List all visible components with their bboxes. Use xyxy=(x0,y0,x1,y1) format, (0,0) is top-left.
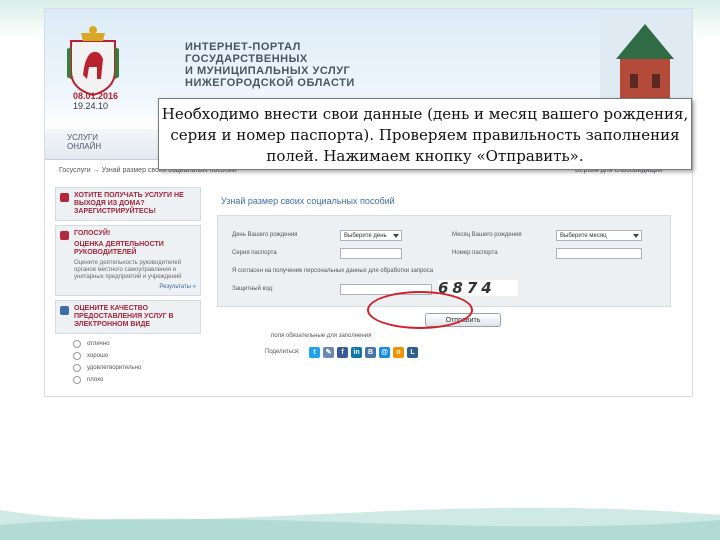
highlight-ring xyxy=(367,291,473,329)
radio-icon xyxy=(73,352,81,360)
passport-series-input[interactable] xyxy=(340,248,402,259)
vote-title: ГОЛОСУЙ! xyxy=(74,230,111,237)
tab-services-online[interactable]: УСЛУГИ ОНЛАЙН xyxy=(67,133,101,151)
vote-note: Оцените деятельность руководителей орган… xyxy=(74,260,182,280)
passport-number-label: Номер паспорта xyxy=(452,250,498,256)
quality-rating-block: ОЦЕНИТЕ КАЧЕСТВО ПРЕДОСТАВЛЕНИЯ УСЛУГ В … xyxy=(55,300,201,334)
required-fields-note: поля обязательные для заполнения xyxy=(271,333,372,339)
date-text: 08.01.2016 xyxy=(73,91,119,101)
vote-block[interactable]: ГОЛОСУЙ! ОЦЕНКА ДЕЯТЕЛЬНОСТИ РУКОВОДИТЕЛ… xyxy=(55,225,201,296)
rating-option-satisfactory[interactable]: удовлетворительно xyxy=(55,362,201,374)
passport-number-input[interactable] xyxy=(556,248,642,259)
form-title: Узнай размер своих социальных пособий xyxy=(221,196,395,206)
mail-icon[interactable]: @ xyxy=(379,347,390,358)
date-time: 08.01.2016 19.24.10 xyxy=(73,91,118,111)
rating-option-bad[interactable]: плохо xyxy=(55,374,201,386)
vote-icon xyxy=(60,231,69,240)
coat-of-arms-logo xyxy=(67,26,119,97)
share-icons: t ✎ f in B @ o L xyxy=(309,347,418,358)
register-icon xyxy=(60,193,69,202)
register-banner-text: ХОТИТЕ ПОЛУЧАТЬ УСЛУГИ НЕ ВЫХОДЯ ИЗ ДОМА… xyxy=(74,192,184,215)
vkontakte-icon[interactable]: B xyxy=(365,347,376,358)
radio-icon xyxy=(73,376,81,384)
birth-day-label: День Вашего рождения xyxy=(232,232,298,238)
vote-results-link[interactable]: Результаты » xyxy=(74,284,196,291)
rating-icon xyxy=(60,306,69,315)
radio-icon xyxy=(73,364,81,372)
captcha-label: Защитный код: xyxy=(232,286,274,292)
quality-rating-text: ОЦЕНИТЕ КАЧЕСТВО ПРЕДОСТАВЛЕНИЯ УСЛУГ В … xyxy=(74,305,174,328)
bookmark-icon[interactable]: ✎ xyxy=(323,347,334,358)
register-banner[interactable]: ХОТИТЕ ПОЛУЧАТЬ УСЛУГИ НЕ ВЫХОДЯ ИЗ ДОМА… xyxy=(55,187,201,221)
slide-bottom-wave xyxy=(0,507,720,540)
birth-month-label: Месяц Вашего рождения xyxy=(452,232,522,238)
instruction-callout: Необходимо внести свои данные (день и ме… xyxy=(158,98,692,170)
chevron-down-icon xyxy=(393,234,399,238)
option-label: отлично xyxy=(87,341,110,347)
consent-checkbox-label[interactable]: Я согласен на получение персональных дан… xyxy=(232,268,433,274)
rating-option-excellent[interactable]: отлично xyxy=(55,338,201,350)
passport-series-label: Серия паспорта xyxy=(232,250,277,256)
linkedin-icon[interactable]: in xyxy=(351,347,362,358)
option-label: удовлетворительно xyxy=(87,365,142,371)
birth-month-select[interactable]: Выберите месяц xyxy=(556,230,642,241)
time-text: 19.24.10 xyxy=(73,101,109,111)
twitter-icon[interactable]: t xyxy=(309,347,320,358)
portal-title: ИНТЕРНЕТ-ПОРТАЛ ГОСУДАРСТВЕННЫХ И МУНИЦИ… xyxy=(185,41,355,89)
odnoklassniki-icon[interactable]: o xyxy=(393,347,404,358)
radio-icon xyxy=(73,340,81,348)
left-sidebar: ХОТИТЕ ПОЛУЧАТЬ УСЛУГИ НЕ ВЫХОДЯ ИЗ ДОМА… xyxy=(55,187,201,396)
rating-option-good[interactable]: хорошо xyxy=(55,350,201,362)
chevron-down-icon xyxy=(633,234,639,238)
birth-day-value: Выберите день xyxy=(344,233,387,239)
vote-subtitle: ОЦЕНКА ДЕЯТЕЛЬНОСТИ РУКОВОДИТЕЛЕЙ xyxy=(74,241,164,256)
facebook-icon[interactable]: f xyxy=(337,347,348,358)
birth-day-select[interactable]: Выберите день xyxy=(340,230,402,241)
birth-month-value: Выберите месяц xyxy=(560,233,607,239)
livejournal-icon[interactable]: L xyxy=(407,347,418,358)
browser-screenshot: 08.01.2016 19.24.10 ИНТЕРНЕТ-ПОРТАЛ ГОСУ… xyxy=(44,8,693,397)
option-label: плохо xyxy=(87,377,104,383)
share-label: Поделиться: xyxy=(265,349,300,355)
option-label: хорошо xyxy=(87,353,109,359)
